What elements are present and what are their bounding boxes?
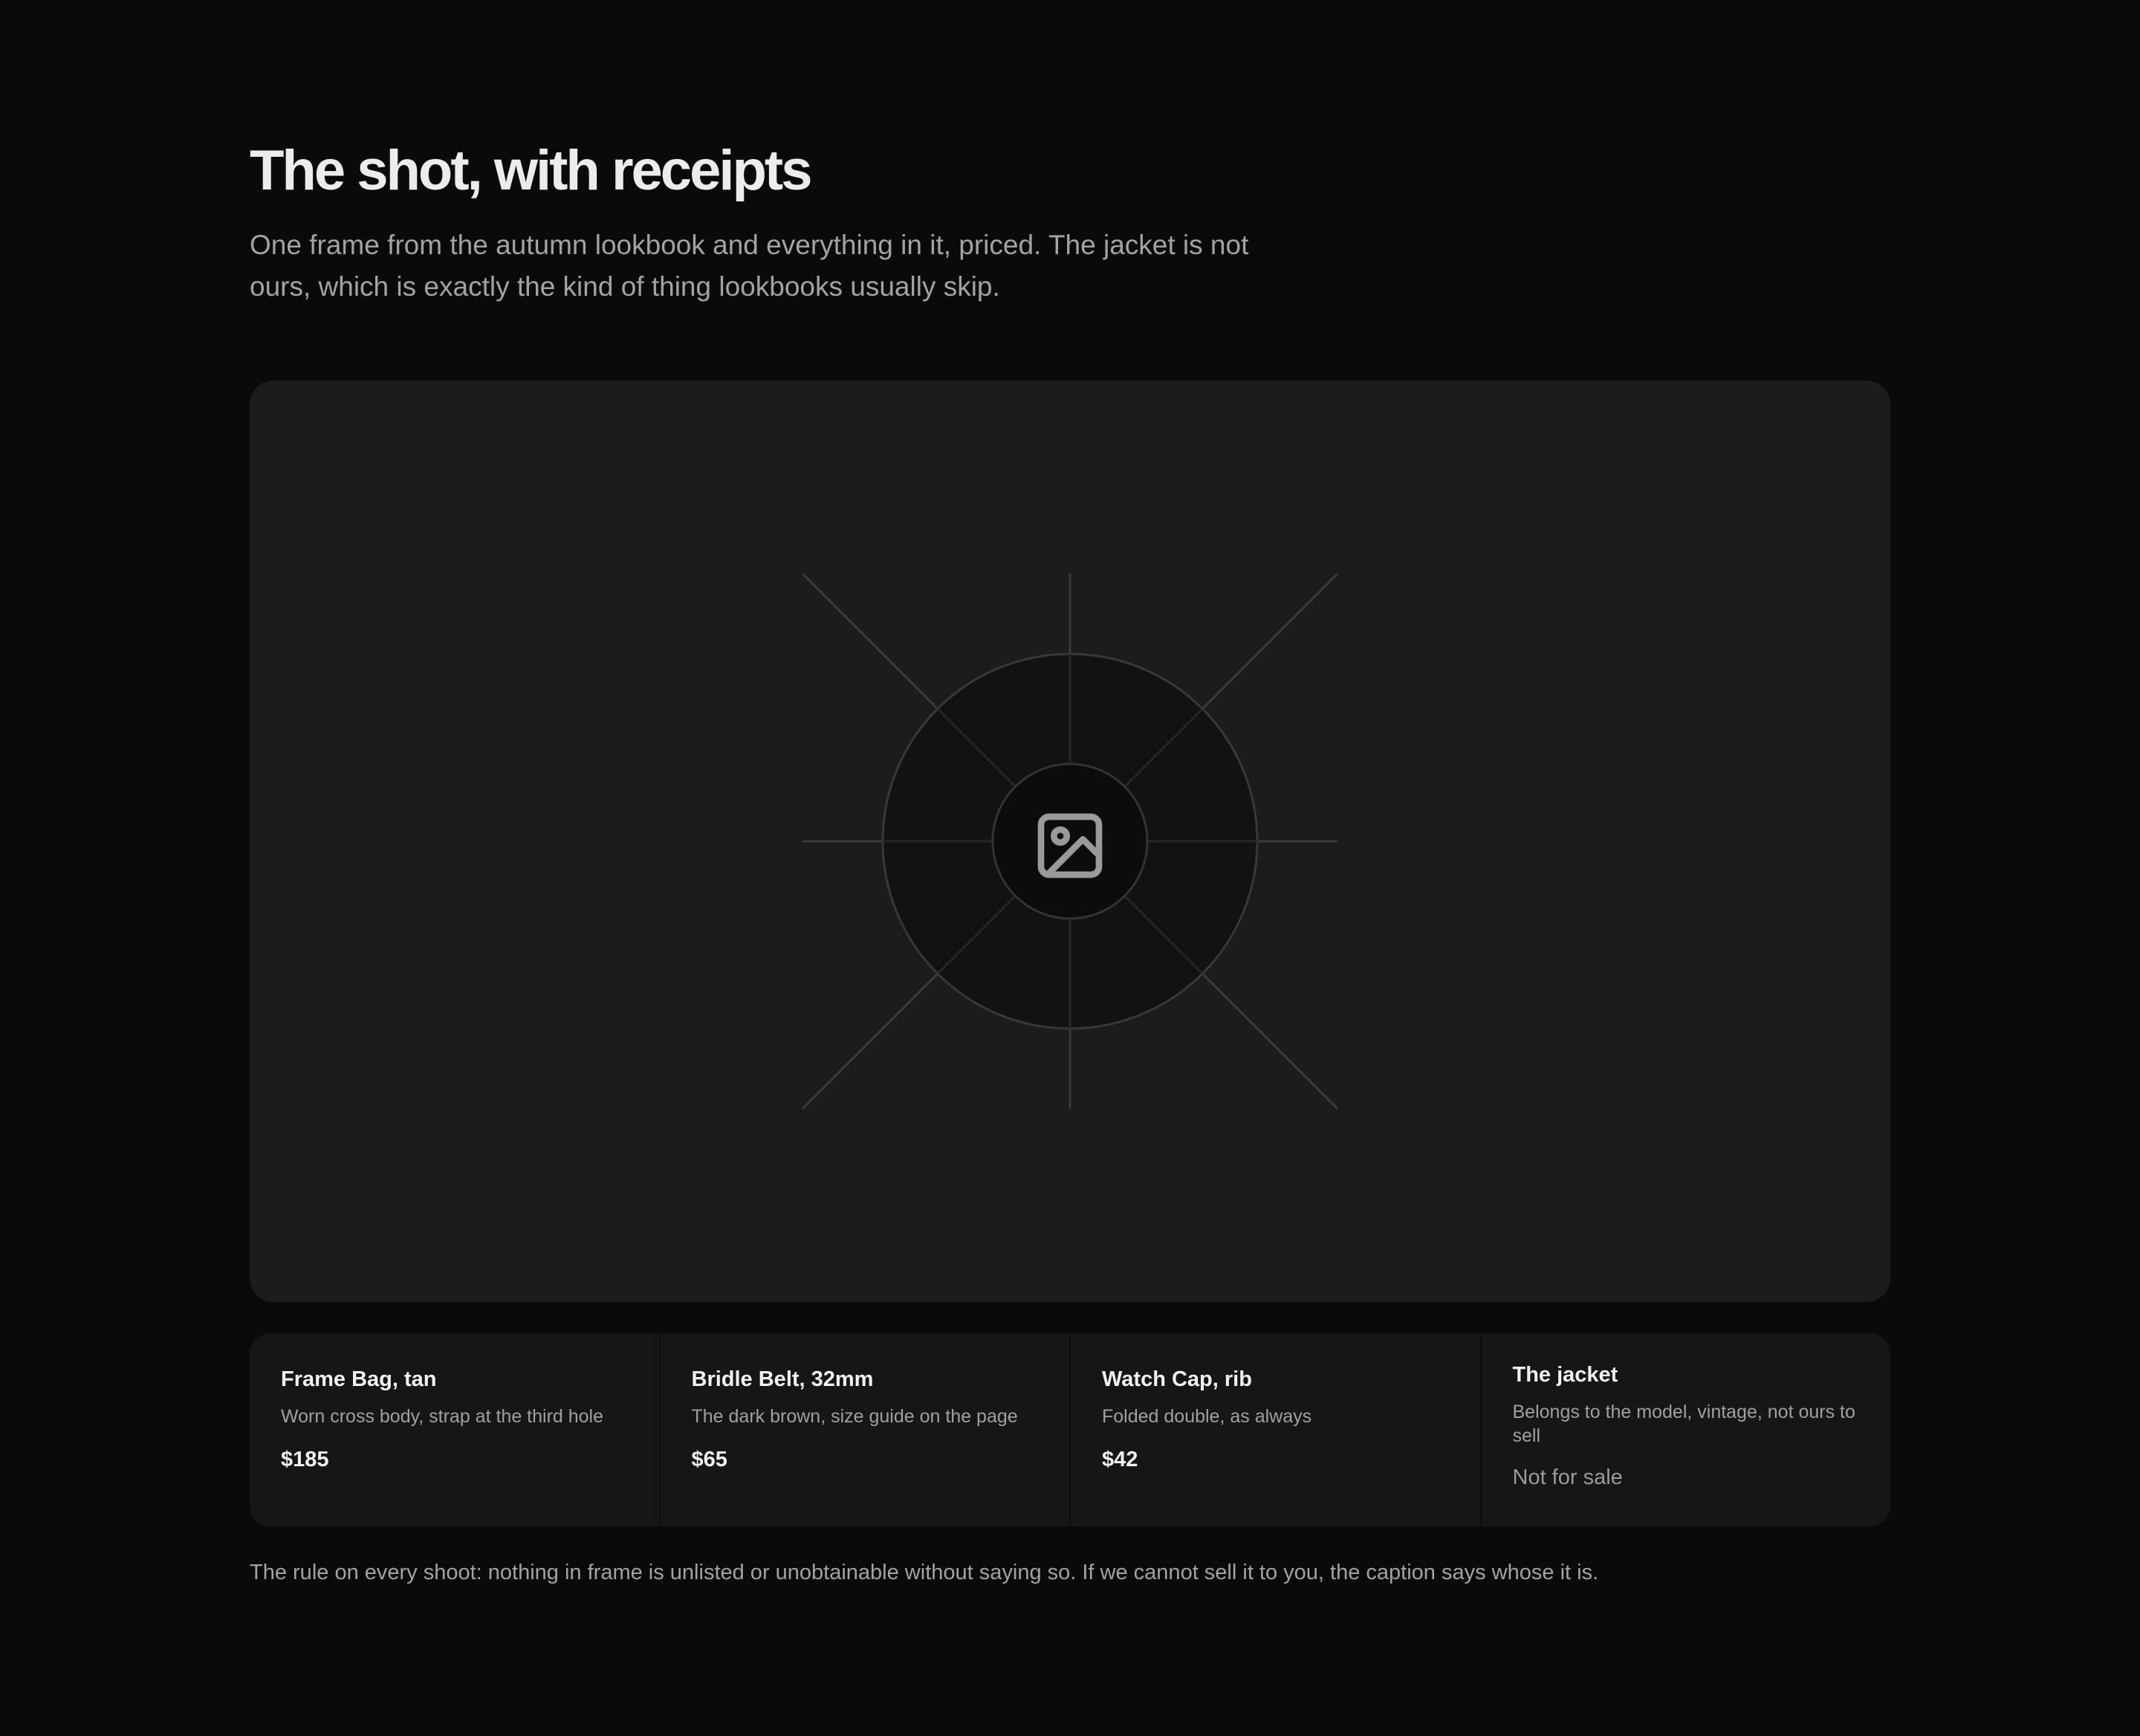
product-card[interactable]: Frame Bag, tan Worn cross body, strap at… xyxy=(250,1333,661,1526)
shoot-rule-note: The rule on every shoot: nothing in fram… xyxy=(250,1561,1599,1584)
product-name: Watch Cap, rib xyxy=(1102,1367,1252,1391)
product-price: $65 xyxy=(691,1448,727,1471)
product-description: Worn cross body, strap at the third hole xyxy=(281,1406,604,1427)
product-name: Bridle Belt, 32mm xyxy=(691,1367,874,1391)
product-card: The jacket Belongs to the model, vintage… xyxy=(1482,1333,1891,1526)
product-name: Frame Bag, tan xyxy=(281,1367,437,1391)
product-price: $42 xyxy=(1102,1448,1138,1471)
product-description: Folded double, as always xyxy=(1102,1406,1312,1427)
product-name: The jacket xyxy=(1512,1363,1618,1387)
product-card[interactable]: Bridle Belt, 32mm The dark brown, size g… xyxy=(661,1333,1071,1526)
image-icon xyxy=(1037,813,1103,878)
lookbook-image-placeholder xyxy=(250,380,1890,1302)
product-list: Frame Bag, tan Worn cross body, strap at… xyxy=(250,1333,1890,1526)
product-description: Belongs to the model, vintage, not ours … xyxy=(1512,1402,1855,1446)
product-card[interactable]: Watch Cap, rib Folded double, as always … xyxy=(1071,1333,1482,1526)
product-description: The dark brown, size guide on the page xyxy=(691,1406,1018,1427)
page-subtitle: One frame from the autumn lookbook and e… xyxy=(250,230,1249,302)
product-price: $185 xyxy=(281,1448,329,1471)
product-availability: Not for sale xyxy=(1512,1465,1623,1489)
page-title: The shot, with receipts xyxy=(250,139,812,202)
